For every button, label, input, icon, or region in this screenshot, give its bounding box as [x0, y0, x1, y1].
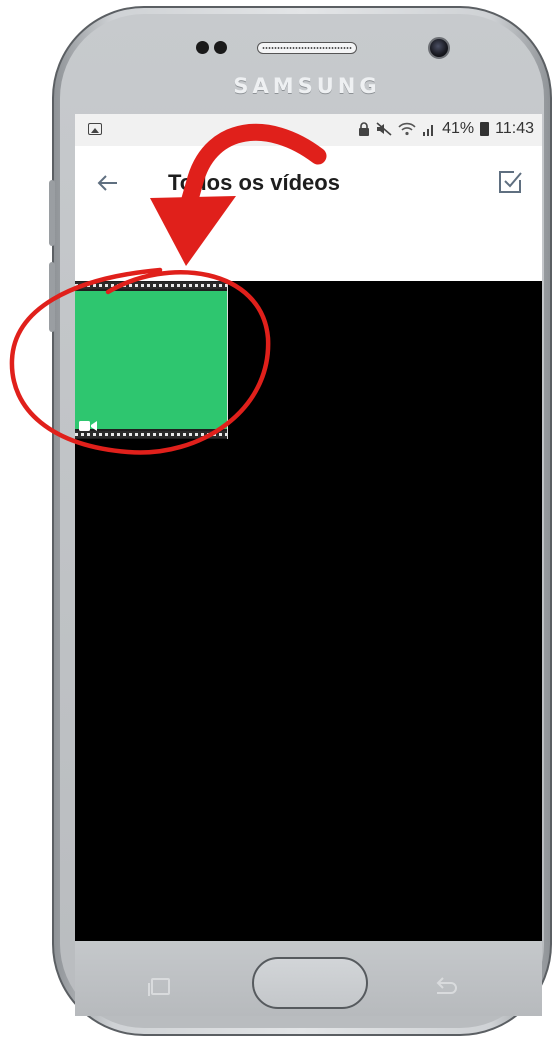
- earpiece-grille: [262, 47, 352, 49]
- app-bar: Todos os vídeos: [75, 146, 542, 218]
- navigation-bar: [75, 941, 542, 1016]
- gallery-notification-icon: [88, 123, 102, 135]
- mute-icon: [376, 122, 392, 136]
- grid-header-space: [75, 218, 542, 281]
- film-strip-bottom: [75, 431, 227, 438]
- home-button[interactable]: [252, 957, 368, 1009]
- status-icons: 41% 11:43: [358, 120, 534, 138]
- brand-logo: SAMSUNG: [233, 74, 381, 98]
- signal-icon: [423, 125, 434, 136]
- arrow-left-icon[interactable]: [93, 168, 123, 198]
- screen: 41% 11:43 Todos os vídeos: [75, 114, 542, 941]
- status-bar: 41% 11:43: [75, 114, 542, 146]
- volume-button: [49, 180, 55, 246]
- page-title: Todos os vídeos: [168, 170, 340, 195]
- battery-percent: 41%: [442, 120, 475, 137]
- clock: 11:43: [495, 120, 534, 137]
- back-key-icon[interactable]: [433, 975, 459, 999]
- phone-screenshot: SAMSUNG 41% 11:43 Todos os vídeos: [0, 0, 557, 1039]
- front-camera: [428, 37, 450, 59]
- wifi-icon: [398, 122, 416, 136]
- battery-icon: [480, 122, 490, 136]
- film-strip-top: [75, 282, 227, 289]
- checkbox-icon[interactable]: [494, 166, 526, 198]
- video-thumbnail[interactable]: [75, 281, 228, 439]
- proximity-sensor: [196, 41, 209, 54]
- bixby-button: [49, 262, 55, 332]
- video-preview: [75, 291, 227, 429]
- light-sensor: [214, 41, 227, 54]
- empty-grid-area: [227, 281, 542, 941]
- recent-apps-icon[interactable]: [148, 977, 172, 997]
- lock-icon: [359, 122, 370, 136]
- video-camera-icon: [79, 421, 97, 431]
